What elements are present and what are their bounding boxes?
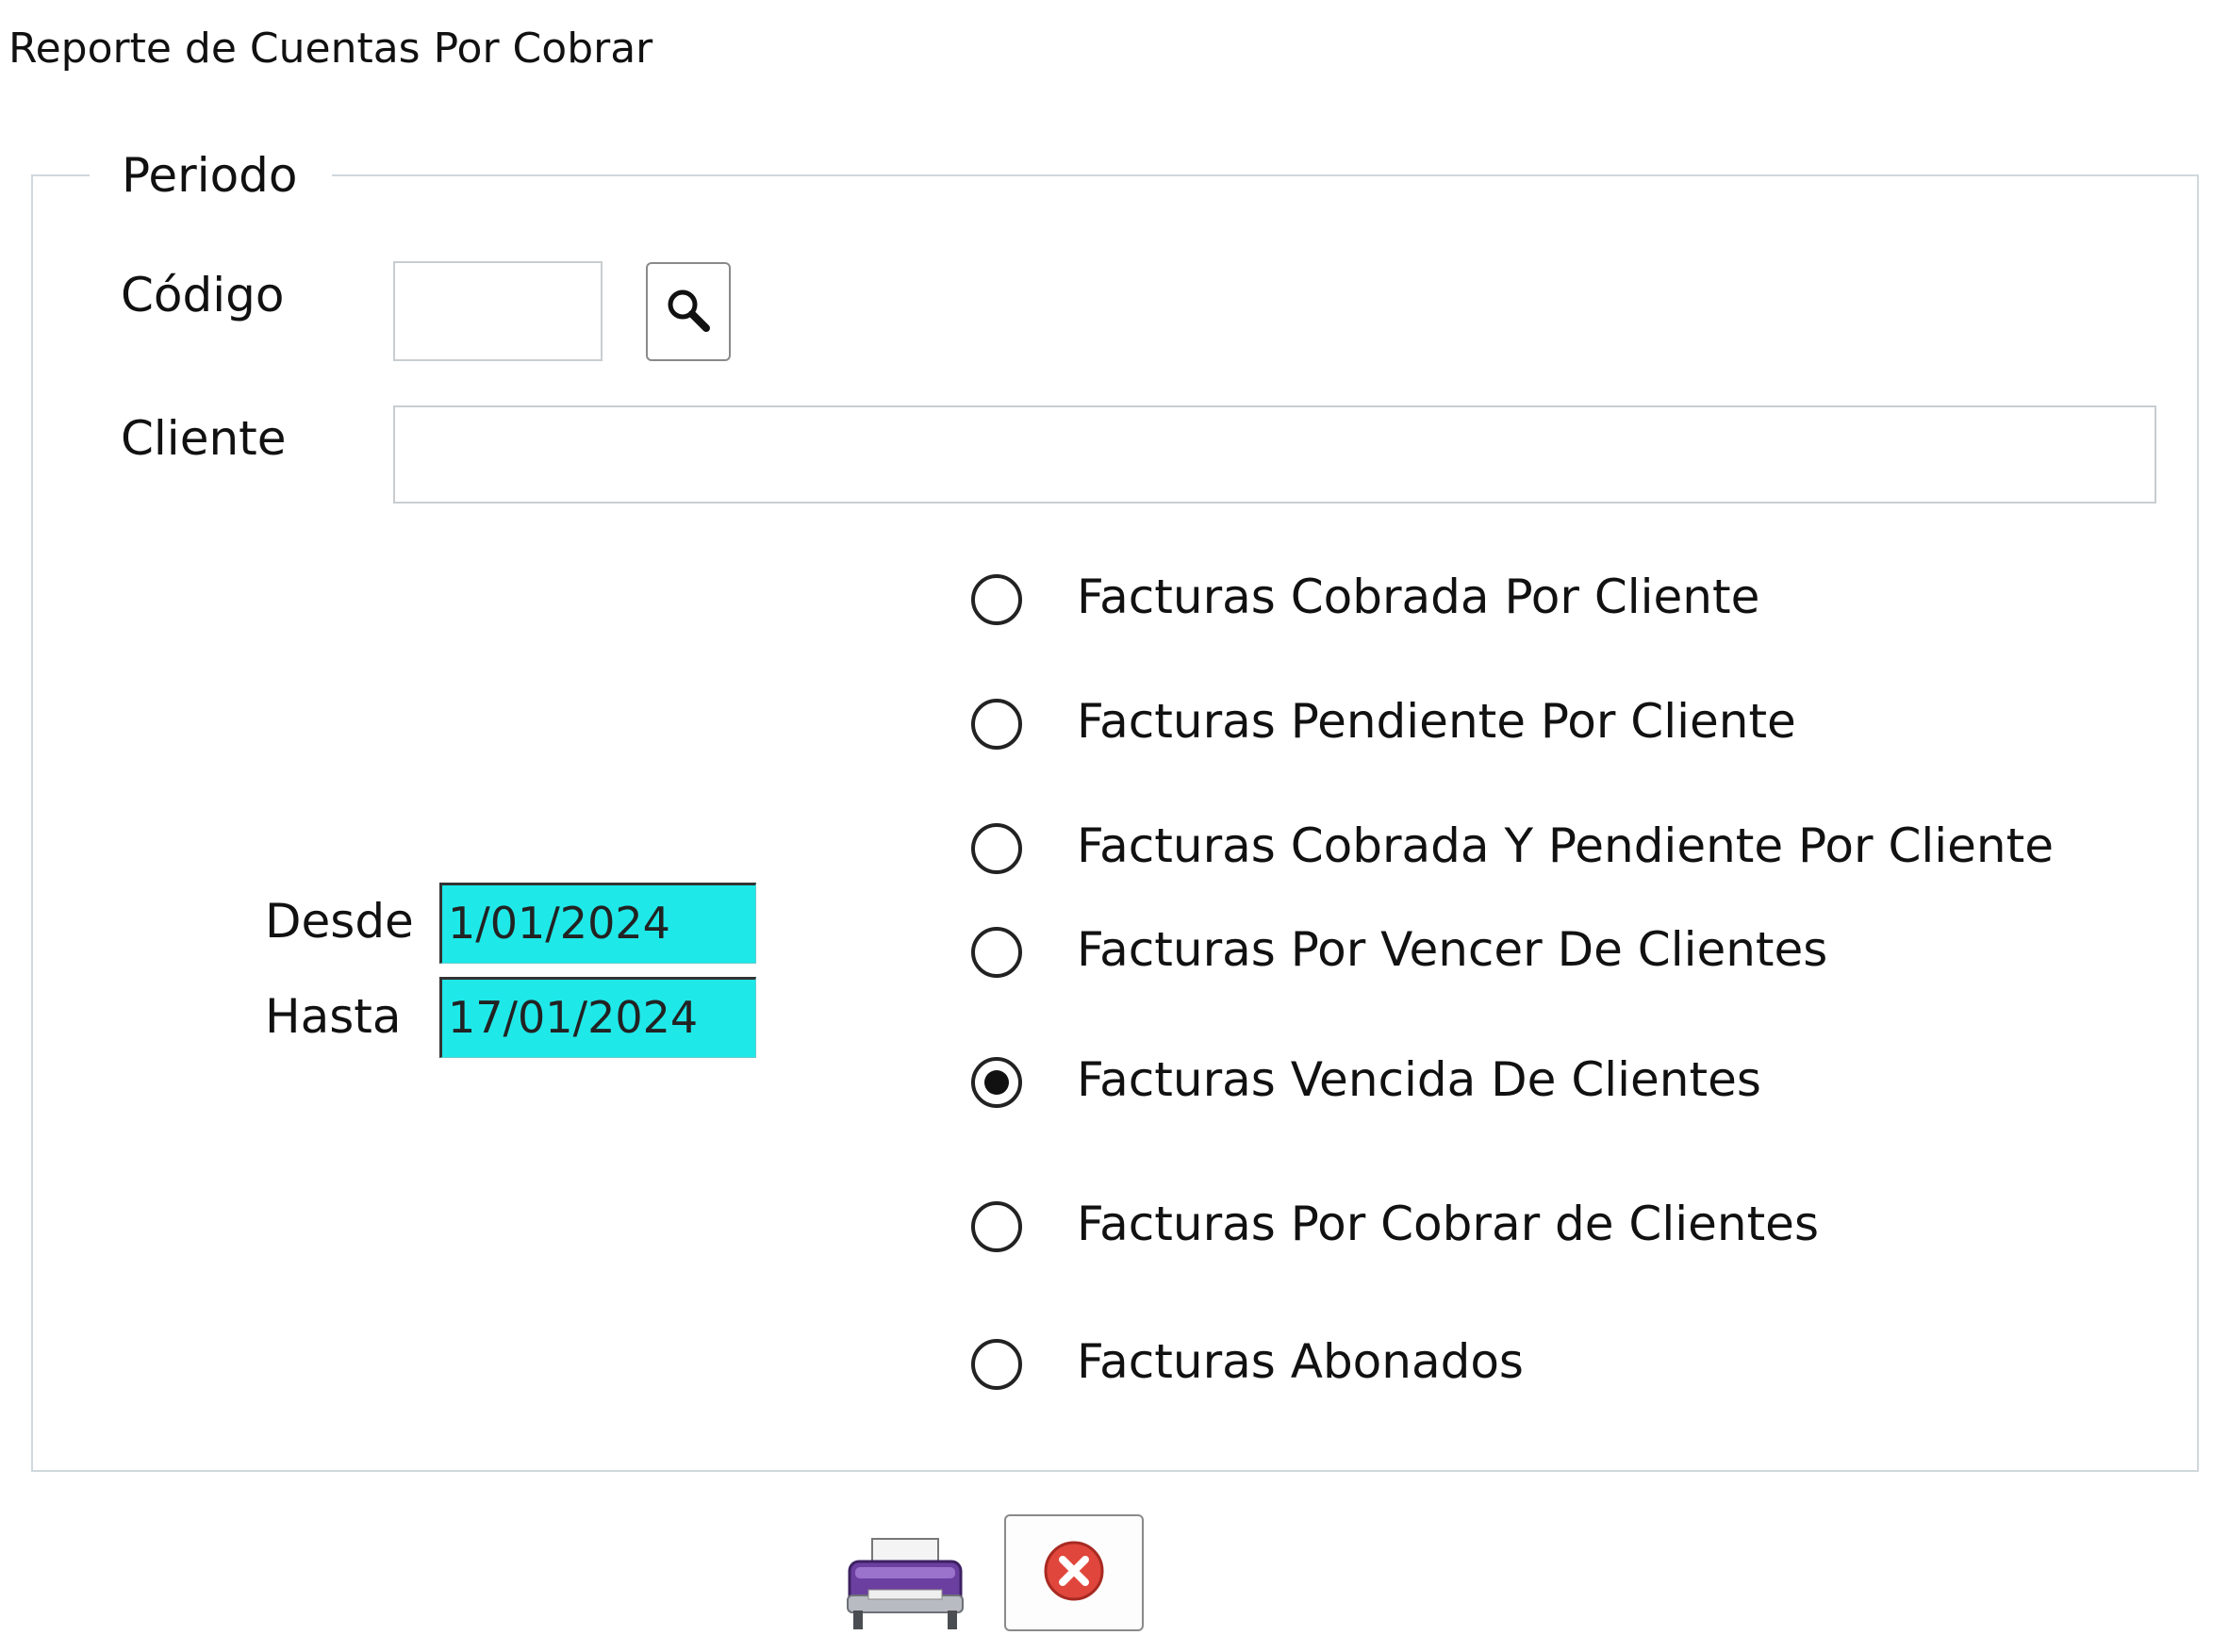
close-button[interactable]: [1004, 1514, 1144, 1631]
report-option-label: Facturas Vencida De Clientes: [1077, 1052, 1761, 1107]
report-option-label: Facturas Cobrada Por Cliente: [1077, 570, 1760, 624]
close-icon: [1043, 1540, 1105, 1606]
cliente-label: Cliente: [121, 411, 287, 466]
printer-icon: [844, 1538, 966, 1637]
radio-button[interactable]: [971, 927, 1022, 978]
window-title: Reporte de Cuentas Por Cobrar: [8, 25, 653, 73]
radio-button[interactable]: [971, 1339, 1022, 1390]
magnifier-icon: [664, 286, 713, 339]
report-window: Reporte de Cuentas Por Cobrar Periodo Có…: [0, 0, 2229, 1652]
hasta-label: Hasta: [265, 989, 402, 1044]
search-button[interactable]: [646, 262, 731, 361]
desde-date-field[interactable]: 1/01/2024: [439, 883, 756, 964]
codigo-input[interactable]: [393, 261, 603, 361]
radio-dot: [984, 1070, 1009, 1095]
desde-label: Desde: [265, 894, 414, 949]
radio-button[interactable]: [971, 574, 1022, 625]
report-option-label: Facturas Por Vencer De Clientes: [1077, 922, 1828, 977]
hasta-date-field[interactable]: 17/01/2024: [439, 977, 756, 1058]
radio-button[interactable]: [971, 1201, 1022, 1252]
radio-button-selected[interactable]: [971, 1057, 1022, 1108]
print-button[interactable]: [844, 1529, 966, 1633]
cliente-input[interactable]: [393, 405, 2156, 504]
report-option-label: Facturas Abonados: [1077, 1334, 1524, 1389]
groupbox-legend: Periodo: [90, 140, 332, 210]
report-option-label: Facturas Cobrada Y Pendiente Por Cliente: [1077, 818, 2054, 873]
codigo-label: Código: [121, 268, 285, 322]
report-option-label: Facturas Pendiente Por Cliente: [1077, 694, 1796, 749]
radio-button[interactable]: [971, 823, 1022, 874]
report-option-label: Facturas Por Cobrar de Clientes: [1077, 1197, 1819, 1251]
radio-button[interactable]: [971, 699, 1022, 750]
